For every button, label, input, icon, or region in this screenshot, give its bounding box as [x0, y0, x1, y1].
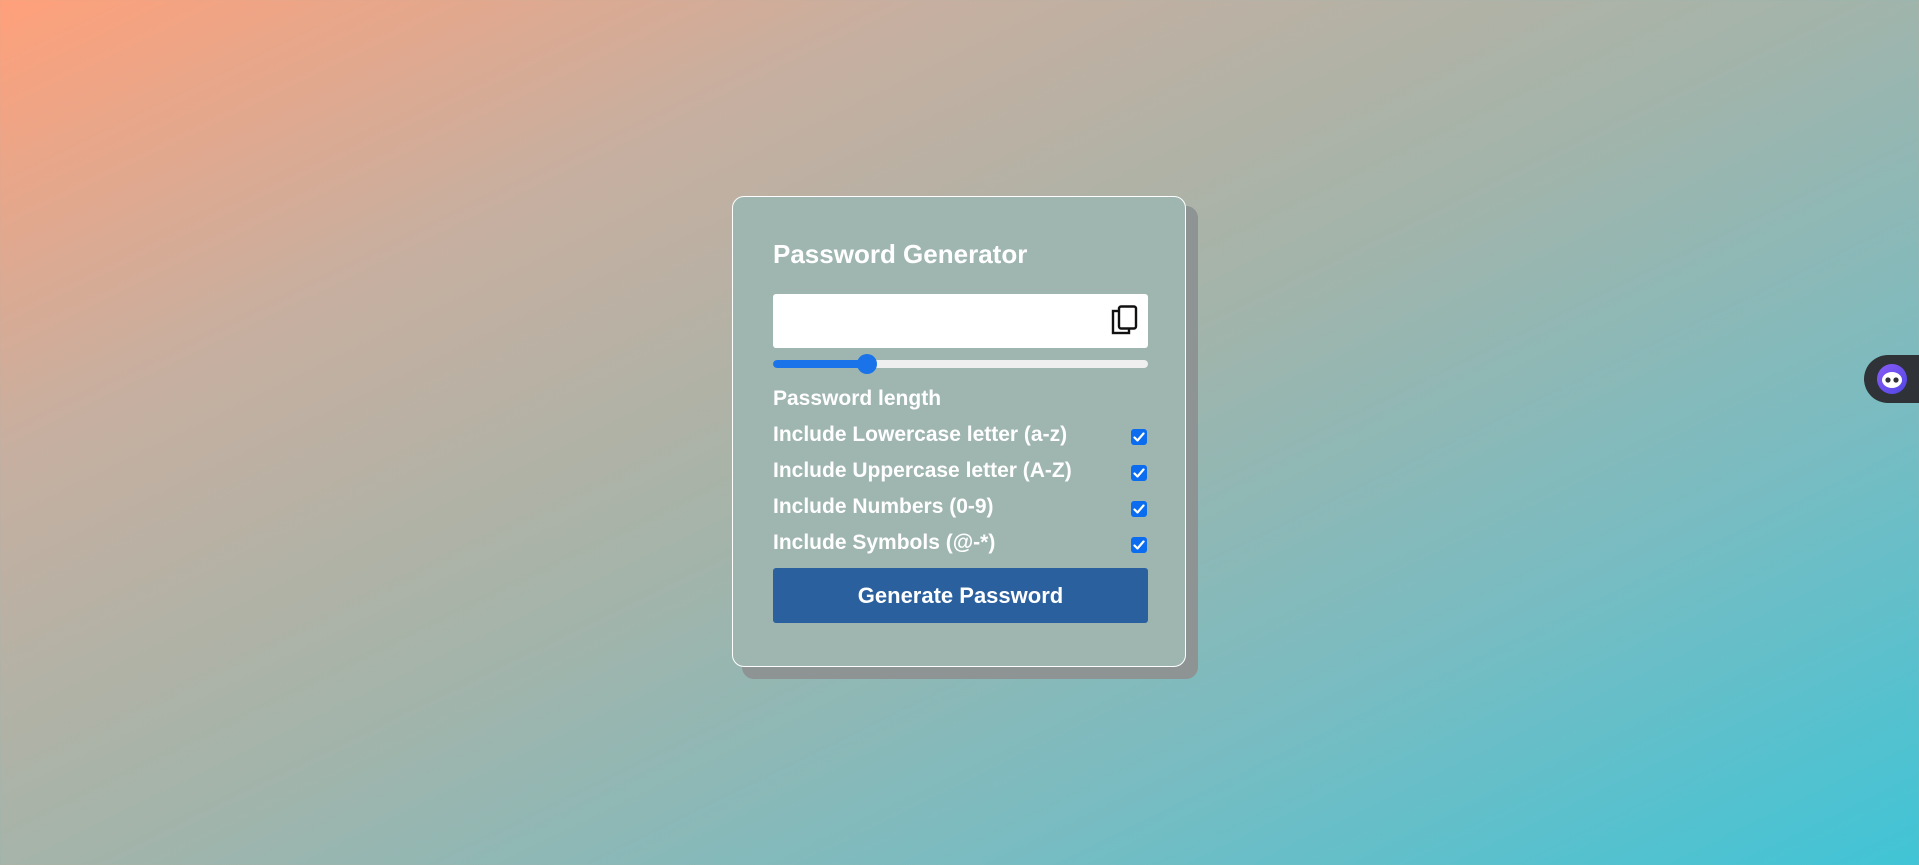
copy-icon[interactable]: [1110, 305, 1140, 337]
page-title: Password Generator: [773, 239, 1028, 269]
option-symbols-checkbox[interactable]: [1131, 537, 1147, 553]
assistant-avatar-icon: [1876, 363, 1908, 395]
generate-password-button[interactable]: Generate Password: [773, 568, 1148, 623]
slider-thumb[interactable]: [856, 354, 877, 374]
password-output-box: [773, 294, 1148, 348]
option-numbers-checkbox[interactable]: [1131, 501, 1147, 517]
option-numbers-label: Include Numbers (0-9): [773, 495, 994, 518]
password-length-slider[interactable]: [773, 354, 1148, 374]
slider-fill: [773, 360, 867, 368]
option-uppercase-label: Include Uppercase letter (A-Z): [773, 459, 1072, 482]
password-output-field[interactable]: [773, 294, 1093, 348]
password-length-label: Password length: [773, 387, 942, 410]
option-lowercase-label: Include Lowercase letter (a-z): [773, 423, 1068, 446]
option-uppercase-checkbox[interactable]: [1131, 465, 1147, 481]
option-lowercase-checkbox[interactable]: [1131, 429, 1147, 445]
password-generator-card: Password Generator Password length Inclu…: [732, 196, 1186, 667]
side-assistant-widget[interactable]: [1864, 355, 1919, 403]
option-symbols-label: Include Symbols (@-*): [773, 531, 996, 554]
